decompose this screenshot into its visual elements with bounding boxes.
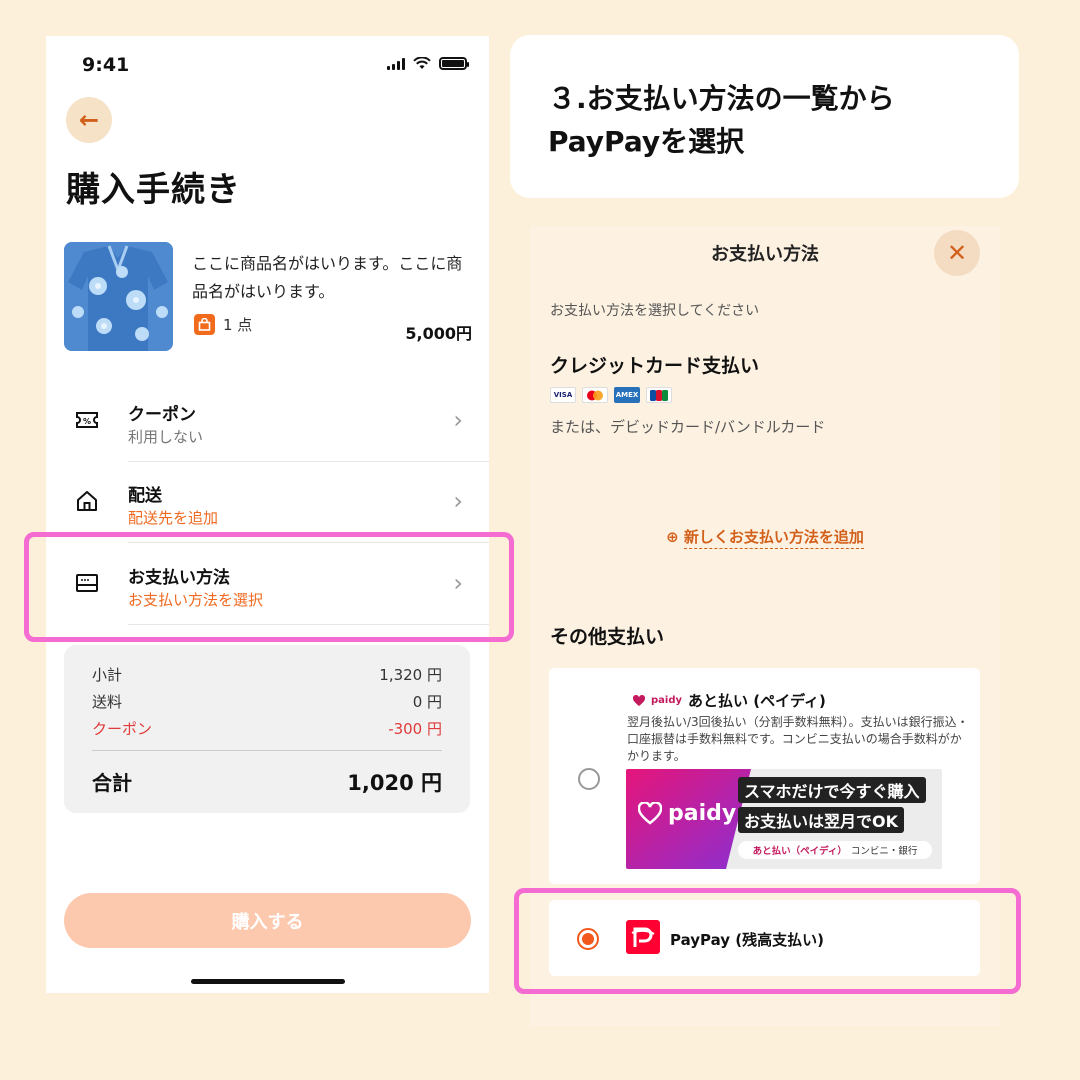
caption-line-1: ３.お支払い方法の一覧から [548, 82, 895, 115]
page-title: 購入手続き [66, 170, 241, 210]
status-icons [387, 57, 469, 70]
shopping-bag-icon [194, 314, 215, 335]
home-icon [77, 491, 97, 511]
total-label: 合計 [92, 771, 132, 795]
subtotal-value: 1,320 円 [379, 666, 442, 684]
product-quantity: 1 点 [194, 314, 252, 335]
battery-icon [439, 57, 469, 70]
paidy-heart-icon [638, 801, 662, 825]
back-button[interactable]: ← [66, 97, 112, 143]
paidy-name: あと払い (ペイディ) [688, 692, 826, 710]
other-payments-title: その他支払い [550, 626, 665, 648]
mastercard-icon [582, 387, 608, 403]
sheet-title: お支払い方法 [711, 244, 819, 265]
paidy-logo-icon [633, 694, 645, 706]
close-icon: ✕ [946, 239, 968, 267]
coupon-discount-line: クーポン -300 円 [92, 718, 442, 739]
total-line: 合計 1,020 円 [92, 767, 442, 796]
chevron-right-icon: › [453, 487, 463, 515]
credit-card-title: クレジットカード支払い [550, 355, 760, 377]
coupon-icon: % [76, 412, 98, 428]
home-indicator [191, 979, 345, 984]
product-image [64, 242, 173, 351]
paidy-header: paidy あと払い (ペイディ) [633, 690, 826, 711]
coupon-status: 利用しない [128, 428, 204, 446]
subtotal-line: 小計 1,320 円 [92, 664, 442, 685]
coupon-discount-label: クーポン [92, 720, 153, 738]
price-summary: 小計 1,320 円 送料 0 円 クーポン -300 円 合計 1,020 円 [64, 645, 470, 813]
total-value: 1,020 円 [347, 771, 442, 795]
product-item: ここに商品名がはいります。ここに商品名がはいります。 1 点 5,000円 [64, 242, 474, 354]
status-bar: 9:41 [46, 36, 489, 92]
coupon-discount-value: -300 円 [388, 720, 442, 738]
highlight-frame-paypay [514, 888, 1021, 994]
arrow-left-icon: ← [78, 106, 100, 134]
amex-icon: AMEX [614, 387, 640, 403]
svg-text:%: % [83, 417, 91, 426]
divider [92, 750, 442, 751]
shipping-line: 送料 0 円 [92, 691, 442, 712]
chevron-right-icon: › [453, 406, 463, 434]
add-payment-method-link[interactable]: ⊕ 新しくお支払い方法を追加 [530, 526, 1000, 549]
paidy-option[interactable]: paidy あと払い (ペイディ) 翌月後払い/3回後払い（分割手数料無料）。支… [549, 668, 980, 884]
highlight-frame-payment-row [24, 532, 514, 642]
wifi-icon [413, 57, 431, 69]
close-button[interactable]: ✕ [934, 230, 980, 276]
delivery-row[interactable]: 配送 配送先を追加 › [46, 461, 489, 543]
shipping-value: 0 円 [412, 693, 442, 711]
coupon-title: クーポン [128, 405, 196, 425]
add-payment-method-label: 新しくお支払い方法を追加 [683, 528, 864, 549]
purchase-button[interactable]: 購入する [64, 893, 471, 948]
visa-icon: VISA [550, 387, 576, 403]
instruction-caption: ３.お支払い方法の一覧から PayPayを選択 [510, 35, 1019, 198]
delivery-status: 配送先を追加 [128, 509, 219, 527]
quantity-label: 1 点 [223, 316, 253, 334]
shipping-label: 送料 [92, 693, 123, 711]
paidy-banner-line-2: お支払いは翌月でOK [738, 807, 905, 833]
subtotal-label: 小計 [92, 666, 123, 684]
coupon-row[interactable]: % クーポン 利用しない › [46, 380, 489, 462]
signal-icon [387, 58, 405, 70]
checkout-screen: 9:41 ← 購入手続き ここに商品名がはいります。ここに商品名がはいります。 … [46, 36, 489, 993]
status-time: 9:41 [82, 54, 130, 76]
caption-line-2: PayPayを選択 [548, 125, 745, 158]
sheet-instruction: お支払い方法を選択してください [550, 303, 760, 319]
product-name: ここに商品名がはいります。ここに商品名がはいります。 [192, 254, 463, 301]
product-price: 5,000円 [405, 324, 472, 343]
credit-card-subtext: または、デビッドカード/バンドルカード [550, 418, 826, 436]
paidy-banner-pill: あと払い（ペイディ） コンビニ・銀行 [738, 841, 932, 859]
paidy-description: 翌月後払い/3回後払い（分割手数料無料）。支払いは銀行振込・口座振替は手数料無料… [627, 715, 969, 763]
jcb-icon [646, 387, 672, 403]
card-brand-logos: VISA AMEX [550, 387, 672, 403]
paidy-banner-line-1: スマホだけで今すぐ購入 [738, 777, 926, 803]
paidy-banner: paidy スマホだけで今すぐ購入 お支払いは翌月でOK あと払い（ペイディ） … [626, 769, 942, 869]
paidy-radio[interactable] [578, 768, 600, 790]
paidy-banner-logo: paidy [638, 801, 736, 826]
paidy-mini-logo: paidy [651, 695, 683, 706]
plus-circle-icon: ⊕ [666, 528, 679, 546]
delivery-title: 配送 [128, 486, 162, 506]
